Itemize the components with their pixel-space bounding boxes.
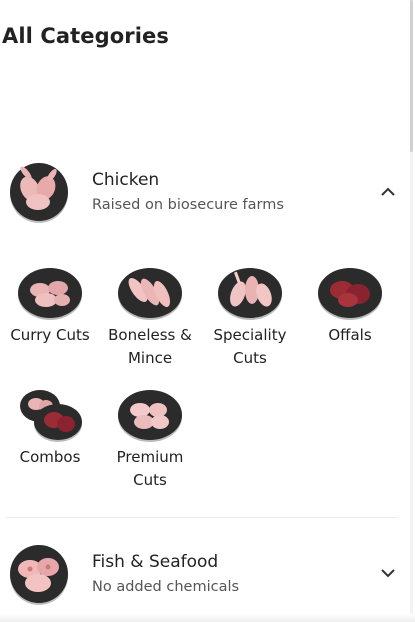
subcategory-label: Curry Cuts bbox=[10, 326, 90, 344]
subcategory-label: Boneless & Mince bbox=[108, 326, 192, 367]
chicken-plate-icon bbox=[10, 163, 68, 223]
subcategory-label: Offals bbox=[328, 326, 372, 344]
scrollbar-thumb[interactable] bbox=[410, 0, 413, 152]
subcategory-label: Combos bbox=[19, 448, 81, 466]
boneless-mince-icon bbox=[118, 268, 182, 320]
chevron-up-icon[interactable] bbox=[375, 181, 401, 201]
subcategory-label: Speciality Cuts bbox=[213, 326, 287, 367]
speciality-cuts-icon bbox=[218, 268, 282, 320]
premium-cuts-icon bbox=[118, 390, 182, 442]
category-name: Fish & Seafood bbox=[92, 552, 219, 572]
page-title: All Categories bbox=[2, 24, 169, 48]
category-fish-seafood[interactable]: Fish & Seafood No added chemicals bbox=[0, 535, 410, 615]
offals-icon bbox=[318, 268, 382, 320]
fish-plate-icon bbox=[10, 545, 68, 605]
category-subtitle: Raised on biosecure farms bbox=[92, 197, 284, 213]
category-subtitle: No added chemicals bbox=[92, 579, 240, 595]
chevron-down-icon[interactable] bbox=[375, 563, 401, 583]
bottom-edge-shadow bbox=[0, 614, 415, 622]
curry-cuts-icon bbox=[18, 268, 82, 320]
category-name: Chicken bbox=[92, 170, 160, 190]
subcategory-label: Premium Cuts bbox=[116, 448, 184, 489]
category-divider bbox=[6, 517, 398, 518]
combos-icon bbox=[20, 390, 82, 442]
category-chicken[interactable]: Chicken Raised on biosecure farms bbox=[0, 153, 410, 233]
